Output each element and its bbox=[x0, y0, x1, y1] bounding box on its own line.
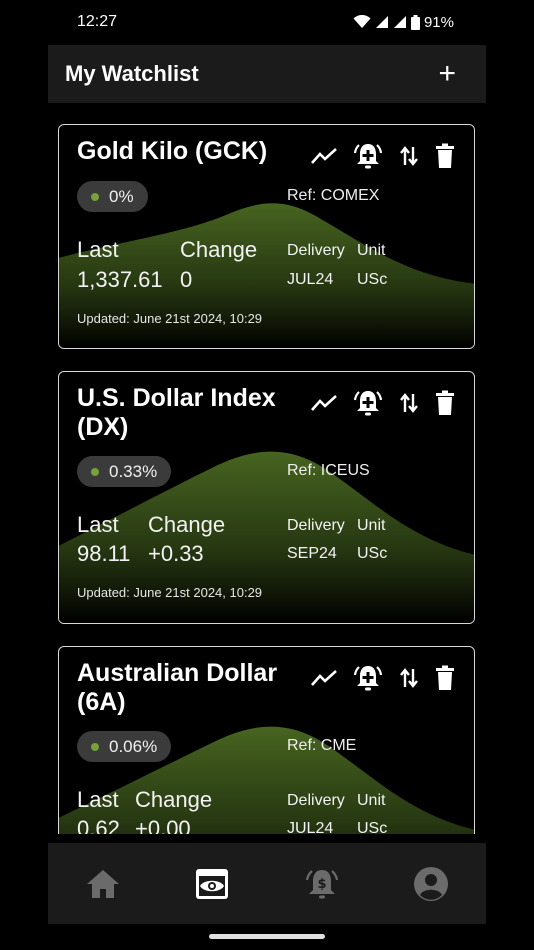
reference-exchange: Ref: COMEX bbox=[287, 187, 380, 204]
status-dot bbox=[91, 467, 99, 476]
nav-price-alerts[interactable]: $ bbox=[292, 854, 352, 914]
page-title: My Watchlist bbox=[65, 61, 199, 86]
last-label: Last bbox=[77, 787, 119, 812]
unit-value: USc bbox=[357, 820, 388, 834]
trash-icon[interactable] bbox=[434, 665, 456, 691]
change-percent: 0.06% bbox=[109, 736, 158, 756]
battery-percent: 91% bbox=[423, 13, 454, 31]
bell-alert-icon[interactable] bbox=[352, 663, 384, 693]
status-icons: 91% bbox=[353, 14, 454, 31]
nav-home[interactable] bbox=[73, 854, 133, 914]
card-title: U.S. Dollar Index (DX) bbox=[77, 384, 276, 441]
unit-label: Unit bbox=[357, 792, 386, 809]
delivery-label: Delivery bbox=[287, 242, 345, 259]
change-label: Change bbox=[180, 237, 258, 262]
sort-arrows-icon[interactable] bbox=[398, 391, 420, 415]
unit-label: Unit bbox=[357, 242, 386, 259]
chart-line-icon[interactable] bbox=[310, 392, 338, 414]
status-bar: 12:27 91% bbox=[0, 0, 534, 44]
delivery-value: SEP24 bbox=[287, 545, 337, 562]
delivery-value: JUL24 bbox=[287, 271, 334, 288]
change-percent-badge: 0.33% bbox=[77, 456, 172, 487]
watchlist-card[interactable]: U.S. Dollar Index (DX) 0.33% Ref: ICEUS … bbox=[58, 371, 475, 624]
watchlist-card[interactable]: Gold Kilo (GCK) 0% Ref: COMEX Last Chang… bbox=[58, 124, 475, 349]
updated-timestamp: Updated: June 21st 2024, 10:29 bbox=[77, 585, 263, 600]
trash-icon[interactable] bbox=[434, 143, 456, 169]
last-label: Last bbox=[77, 512, 119, 537]
change-value: +0.33 bbox=[148, 541, 204, 566]
updated-timestamp: Updated: June 21st 2024, 10:29 bbox=[77, 311, 263, 326]
chart-line-icon[interactable] bbox=[310, 667, 338, 689]
change-percent-badge: 0% bbox=[77, 181, 148, 212]
watchlist-card[interactable]: Australian Dollar (6A) 0.06% Ref: CME La… bbox=[58, 646, 475, 834]
change-label: Change bbox=[135, 787, 213, 812]
watchlist[interactable]: Gold Kilo (GCK) 0% Ref: COMEX Last Chang… bbox=[0, 104, 534, 834]
status-time: 12:27 bbox=[77, 13, 118, 30]
unit-value: USc bbox=[357, 545, 388, 562]
nav-watchlist[interactable] bbox=[182, 854, 242, 914]
last-value: 1,337.61 bbox=[77, 267, 163, 292]
change-value: +0.00 bbox=[135, 816, 191, 834]
price-alert-bell-icon: $ bbox=[305, 869, 338, 898]
app-header: My Watchlist + bbox=[48, 45, 486, 103]
battery-icon bbox=[410, 14, 420, 30]
delivery-label: Delivery bbox=[287, 517, 345, 534]
add-button[interactable]: + bbox=[438, 59, 456, 89]
signal-icon bbox=[375, 16, 388, 28]
change-percent-badge: 0.06% bbox=[77, 731, 172, 762]
last-value: 98.11 bbox=[77, 541, 131, 566]
bell-alert-icon[interactable] bbox=[352, 141, 384, 171]
unit-label: Unit bbox=[357, 517, 386, 534]
card-title: Australian Dollar (6A) bbox=[77, 659, 278, 716]
last-label: Last bbox=[77, 237, 119, 262]
status-dot bbox=[91, 192, 99, 201]
delivery-label: Delivery bbox=[287, 792, 345, 809]
sort-arrows-icon[interactable] bbox=[398, 144, 420, 168]
account-icon bbox=[414, 866, 449, 901]
bottom-navigation: $ bbox=[48, 843, 486, 924]
signal-icon-2 bbox=[393, 16, 406, 28]
change-percent: 0% bbox=[109, 186, 134, 206]
chart-line-icon[interactable] bbox=[310, 145, 338, 167]
change-label: Change bbox=[148, 512, 226, 537]
sort-arrows-icon[interactable] bbox=[398, 666, 420, 690]
svg-text:$: $ bbox=[317, 877, 326, 892]
delivery-value: JUL24 bbox=[287, 820, 334, 834]
unit-value: USc bbox=[357, 271, 388, 288]
reference-exchange: Ref: CME bbox=[287, 737, 357, 754]
change-value: 0 bbox=[180, 267, 193, 292]
watchlist-eye-icon bbox=[196, 868, 229, 899]
nav-account[interactable] bbox=[401, 854, 461, 914]
gesture-home-bar[interactable] bbox=[209, 934, 325, 939]
bell-alert-icon[interactable] bbox=[352, 388, 384, 418]
home-icon bbox=[86, 869, 119, 898]
change-percent: 0.33% bbox=[109, 461, 158, 481]
reference-exchange: Ref: ICEUS bbox=[287, 462, 370, 479]
status-dot bbox=[91, 742, 99, 751]
wifi-icon bbox=[353, 15, 371, 28]
trash-icon[interactable] bbox=[434, 390, 456, 416]
last-value: 0.62 bbox=[77, 816, 120, 834]
card-title: Gold Kilo (GCK) bbox=[77, 137, 268, 165]
